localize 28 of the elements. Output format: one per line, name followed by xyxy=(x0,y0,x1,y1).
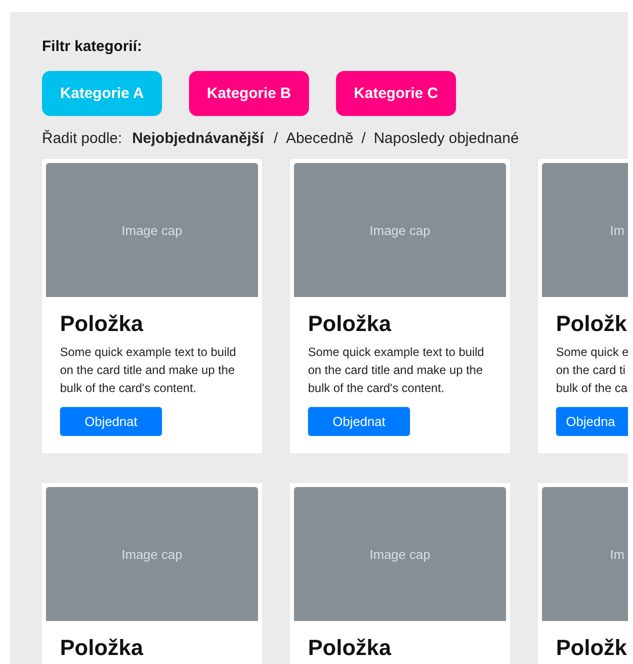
image-caption: Image cap xyxy=(122,222,182,238)
card-title: Položka xyxy=(308,635,392,661)
order-button[interactable]: Objedna xyxy=(556,407,628,436)
image-caption: Image cap xyxy=(122,546,182,562)
card-text: Some quick e on the card ti bulk of the ca xyxy=(556,344,628,397)
image-caption: Im xyxy=(610,546,624,562)
image-caption: Image cap xyxy=(370,546,430,562)
card-text: Some quick example text to build on the card title and make up the bulk of the card's content. xyxy=(308,344,486,397)
card-title: Položka xyxy=(308,311,392,337)
sort-label: Řadit podle: xyxy=(42,130,122,147)
card-title: Položk xyxy=(556,311,628,337)
separator: / xyxy=(274,130,278,147)
card-text: Some quick example text to build on the card title and make up the bulk of the card's content. xyxy=(60,344,238,397)
card-title: Položka xyxy=(60,635,144,661)
category-button[interactable]: Kategorie B xyxy=(189,71,309,116)
image-caption: Image cap xyxy=(370,222,430,238)
card-title: Položka xyxy=(60,311,144,337)
order-button[interactable]: Objednat xyxy=(60,407,162,436)
category-button[interactable]: Kategorie C xyxy=(336,71,456,116)
card-title: Položk xyxy=(556,635,628,661)
sort-option-link[interactable]: Naposledy objednané xyxy=(374,130,519,147)
image-caption: Im xyxy=(610,222,624,238)
separator: / xyxy=(362,130,366,147)
order-button[interactable]: Objednat xyxy=(308,407,410,436)
sort-option-link[interactable]: Abecedně xyxy=(286,130,354,147)
sort-option-link[interactable]: Nejobjednávanější xyxy=(132,130,264,147)
filter-label: Filtr kategorií: xyxy=(42,38,144,55)
category-button[interactable]: Kategorie A xyxy=(42,71,162,116)
